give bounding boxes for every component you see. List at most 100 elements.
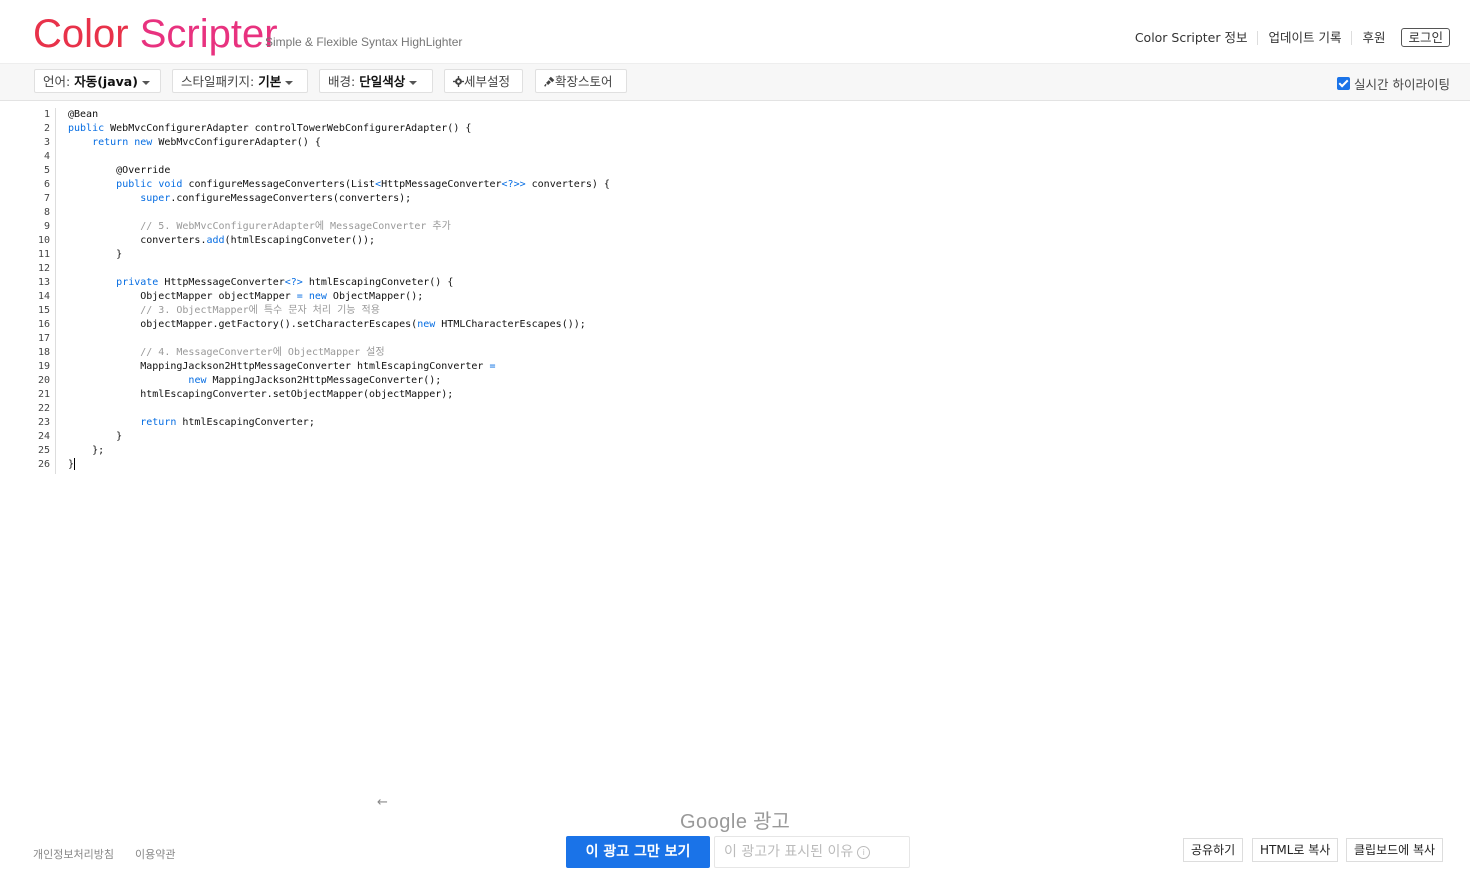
code-line: // 4. MessageConverter에 ObjectMapper 설정 xyxy=(68,346,610,360)
line-number: 25 xyxy=(37,445,50,456)
code-line: @Bean xyxy=(68,108,610,122)
nav-link-updates[interactable]: 업데이트 기록 xyxy=(1257,30,1351,45)
top-nav: Color Scripter 정보 업데이트 기록 후원 로그인 xyxy=(1125,28,1450,47)
style-value: 기본 xyxy=(258,74,282,89)
line-number: 19 xyxy=(37,361,50,372)
line-number: 16 xyxy=(37,319,50,330)
privacy-policy-link[interactable]: 개인정보처리방침 xyxy=(33,846,114,862)
code-line: super.configureMessageConverters(convert… xyxy=(68,192,610,206)
line-number: 4 xyxy=(43,151,50,162)
line-number: 11 xyxy=(37,249,50,260)
code-text: @Bean xyxy=(68,109,99,120)
code-text: WebMvcConfigurerAdapter() { xyxy=(152,137,321,148)
code-text: MappingJackson2HttpMessageConverter(); xyxy=(206,375,442,386)
line-number: 23 xyxy=(37,417,50,428)
code-line: // 5. WebMvcConfigurerAdapter에 MessageCo… xyxy=(68,220,610,234)
extension-store-button[interactable]: 확장스토어 xyxy=(535,69,627,93)
line-number: 5 xyxy=(43,165,50,176)
line-number: 17 xyxy=(37,333,50,344)
why-ad-button[interactable]: 이 광고가 표시된 이유 i xyxy=(714,836,910,868)
plug-icon xyxy=(544,76,555,87)
code-comment: // 3. ObjectMapper에 특수 문자 처리 기능 적용 xyxy=(68,305,380,316)
background-value: 단일색상 xyxy=(359,74,406,89)
code-keyword: public xyxy=(68,123,105,134)
nav-link-donate[interactable]: 후원 xyxy=(1351,30,1395,45)
line-number: 2 xyxy=(43,123,50,134)
code-keyword: return xyxy=(140,417,177,428)
code-text: } xyxy=(68,249,123,260)
copy-clipboard-button[interactable]: 클립보드에 복사 xyxy=(1346,838,1444,862)
code-keyword: new xyxy=(417,319,436,330)
code-text: configureMessageConverters(List xyxy=(182,179,376,190)
login-button[interactable]: 로그인 xyxy=(1401,28,1450,47)
copy-html-button[interactable]: HTML로 복사 xyxy=(1252,838,1339,862)
extension-store-label: 확장스토어 xyxy=(555,74,613,89)
line-number: 7 xyxy=(43,193,50,204)
gear-icon xyxy=(453,76,464,87)
text-cursor xyxy=(74,458,76,470)
code-keyword: public xyxy=(116,179,153,190)
chevron-down-icon xyxy=(409,80,418,85)
logo-text-color: Color xyxy=(33,12,140,56)
code-text: htmlEscapingConverter; xyxy=(176,417,315,428)
code-line: @Override xyxy=(68,164,610,178)
code-line: public void configureMessageConverters(L… xyxy=(68,178,610,192)
code-line: MappingJackson2HttpMessageConverter html… xyxy=(68,360,610,374)
code-keyword: new xyxy=(134,137,153,148)
code-area[interactable]: @Bean public WebMvcConfigurerAdapter cont… xyxy=(68,108,610,472)
line-number: 26 xyxy=(37,459,50,470)
code-keyword: = xyxy=(489,361,496,372)
code-line: converters.add(htmlEscapingConveter()); xyxy=(68,234,610,248)
why-ad-label: 이 광고가 표시된 이유 xyxy=(724,844,854,860)
toolbar: 언어: 자동(java) 스타일패키지: 기본 배경: 단일색상 세부설정 확장… xyxy=(0,63,1470,101)
terms-link[interactable]: 이용약관 xyxy=(135,846,175,862)
language-dropdown[interactable]: 언어: 자동(java) xyxy=(34,69,161,93)
code-text: } xyxy=(68,431,123,442)
line-number: 21 xyxy=(37,389,50,400)
style-package-dropdown[interactable]: 스타일패키지: 기본 xyxy=(172,69,308,93)
code-text: htmlEscapingConveter() { xyxy=(302,277,454,288)
code-line: public WebMvcConfigurerAdapter controlTo… xyxy=(68,122,610,136)
logo[interactable]: Color Scripter xyxy=(33,12,278,56)
code-text: HttpMessageConverter xyxy=(381,179,502,190)
code-text: HTMLCharacterEscapes()); xyxy=(435,319,586,330)
code-text: converters) { xyxy=(525,179,610,190)
share-button[interactable]: 공유하기 xyxy=(1183,838,1244,862)
realtime-checkbox[interactable] xyxy=(1337,77,1351,90)
info-icon: i xyxy=(857,845,871,859)
language-value: 자동(java) xyxy=(74,74,138,89)
code-keyword: return xyxy=(92,137,129,148)
code-text: (htmlEscapingConveter()); xyxy=(224,235,376,246)
settings-button[interactable]: 세부설정 xyxy=(444,69,523,93)
realtime-label: 실시간 하이라이팅 xyxy=(1354,77,1450,92)
line-number: 20 xyxy=(37,375,50,386)
code-line: // 3. ObjectMapper에 특수 문자 처리 기능 적용 xyxy=(68,304,610,318)
nav-link-about[interactable]: Color Scripter 정보 xyxy=(1125,30,1258,45)
code-line: htmlEscapingConverter.setObjectMapper(ob… xyxy=(68,388,610,402)
stop-ad-button[interactable]: 이 광고 그만 보기 xyxy=(566,836,710,868)
code-text: converters. xyxy=(68,235,207,246)
line-number: 3 xyxy=(43,137,50,148)
line-number-gutter: 1 2 3 4 5 6 7 8 9 10 11 12 13 14 15 16 17 18 19 20 21 22 23 24 2… xyxy=(0,108,56,474)
settings-label: 세부설정 xyxy=(464,74,511,89)
code-keyword: new xyxy=(308,291,327,302)
line-number: 12 xyxy=(37,263,50,274)
realtime-highlight-toggle[interactable]: 실시간 하이라이팅 xyxy=(1337,74,1450,93)
code-text: .configureMessageConverters(converters); xyxy=(170,193,412,204)
back-arrow-icon[interactable]: ← xyxy=(377,795,388,810)
code-line: } xyxy=(68,430,610,444)
code-text: WebMvcConfigurerAdapter controlTowerWebC… xyxy=(104,123,472,134)
background-dropdown[interactable]: 배경: 단일색상 xyxy=(319,69,433,93)
code-keyword: <?>> xyxy=(501,179,526,190)
code-line: private HttpMessageConverter<?> htmlEsca… xyxy=(68,276,610,290)
code-line: return new WebMvcConfigurerAdapter() { xyxy=(68,136,610,150)
code-editor[interactable]: 1 2 3 4 5 6 7 8 9 10 11 12 13 14 15 16 17 18 19 20 21 22 23 24 2… xyxy=(0,108,1470,480)
